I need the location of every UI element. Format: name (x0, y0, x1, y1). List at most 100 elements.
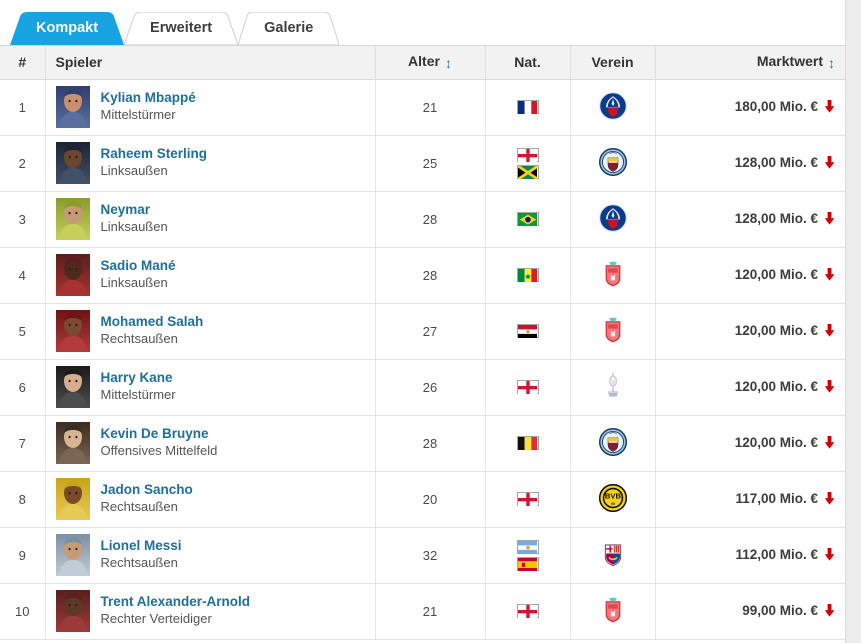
cell-player: Raheem Sterling Linksaußen (45, 135, 376, 192)
page-root: Kompakt Erweitert Galerie # Spieler Alter ↕… (0, 0, 861, 643)
club-crest-icon[interactable] (599, 260, 627, 288)
tab-erweitert[interactable]: Erweitert (124, 12, 239, 45)
player-photo[interactable] (55, 478, 90, 520)
flag-list (496, 324, 560, 339)
cell-club (570, 527, 656, 584)
club-crest-icon[interactable] (598, 427, 627, 456)
player-text: Raheem Sterling Linksaußen (101, 146, 208, 179)
club-crest-icon[interactable] (599, 372, 627, 400)
svg-text:09: 09 (611, 502, 615, 506)
club-crest-icon[interactable] (599, 316, 627, 344)
market-value-text[interactable]: 180,00 Mio. € (735, 99, 818, 114)
player-name-link[interactable]: Neymar (101, 202, 168, 219)
player-cell: Jadon Sancho Rechtsaußen (55, 478, 365, 520)
club-crest-icon[interactable] (599, 596, 627, 624)
sort-updown-icon[interactable]: ↕ (828, 55, 835, 71)
table-row[interactable]: 9 Lionel Messi Rechtsaußen 32 112,00 Mio. € (0, 527, 845, 584)
tab-kompakt[interactable]: Kompakt (10, 12, 125, 45)
club-crest-icon[interactable] (598, 91, 627, 120)
tab-label: Kompakt (36, 20, 99, 36)
market-value-text[interactable]: 120,00 Mio. € (735, 379, 818, 394)
player-name-link[interactable]: Mohamed Salah (101, 314, 204, 331)
column-header-age[interactable]: Alter ↕ (375, 46, 486, 80)
market-value-text[interactable]: 120,00 Mio. € (735, 323, 818, 338)
table-row[interactable]: 1 Kylian Mbappé Mittelstürmer 21 180,00 Mio.… (0, 79, 845, 136)
player-name-link[interactable]: Raheem Sterling (101, 146, 208, 163)
player-photo[interactable] (55, 366, 90, 408)
cell-nationality (485, 527, 571, 584)
player-photo[interactable] (55, 86, 90, 128)
cell-club: BVB 09 (570, 471, 656, 528)
player-name-link[interactable]: Sadio Mané (101, 258, 176, 275)
player-photo[interactable] (55, 254, 90, 296)
player-position: Mittelstürmer (100, 107, 176, 123)
player-position: Rechter Verteidiger (100, 611, 212, 627)
player-photo[interactable] (55, 590, 90, 632)
table-row[interactable]: 8 Jadon Sancho Rechtsaußen 20 BVB 09 117,00 Mi… (0, 471, 845, 528)
table-row[interactable]: 3 Neymar Linksaußen 28 128,00 Mio. € (0, 191, 845, 248)
player-market-value-table: # Spieler Alter ↕ Nat. Verein Marktwert … (0, 46, 845, 640)
table-row[interactable]: 6 Harry Kane Mittelstürmer 26 120,00 Mio. € (0, 359, 845, 416)
table-row[interactable]: 5 Mohamed Salah Rechtsaußen 27 120,00 Mio. € (0, 303, 845, 360)
cell-club (570, 359, 656, 416)
player-photo[interactable] (55, 142, 90, 184)
player-name-link[interactable]: Trent Alexander-Arnold (101, 594, 251, 611)
market-value-text[interactable]: 120,00 Mio. € (735, 267, 818, 282)
trend-down-arrow-icon (824, 267, 835, 284)
tab-list: Kompakt Erweitert Galerie (10, 12, 340, 45)
market-value-text[interactable]: 117,00 Mio. € (735, 491, 818, 506)
player-position: Linksaußen (100, 163, 168, 179)
cell-market-value: 112,00 Mio. € (655, 527, 845, 584)
table-row[interactable]: 4 Sadio Mané Linksaußen 28 120,00 Mio. € (0, 247, 845, 304)
cell-player: Kylian Mbappé Mittelstürmer (45, 79, 376, 136)
flag-list (496, 539, 560, 571)
market-value-text[interactable]: 112,00 Mio. € (735, 547, 818, 562)
flag-icon-spain (516, 556, 539, 571)
flag-list (496, 212, 560, 227)
player-cell: Kylian Mbappé Mittelstürmer (55, 86, 365, 128)
table-body: 1 Kylian Mbappé Mittelstürmer 21 180,00 Mio.… (0, 79, 845, 640)
player-cell: Raheem Sterling Linksaußen (55, 142, 365, 184)
sort-updown-icon[interactable]: ↕ (445, 55, 452, 71)
cell-player: Kevin De Bruyne Offensives Mittelfeld (45, 415, 376, 472)
player-name-link[interactable]: Lionel Messi (101, 538, 182, 555)
player-position: Linksaußen (100, 219, 168, 235)
player-name-link[interactable]: Kylian Mbappé (101, 90, 196, 107)
flag-list (496, 100, 560, 115)
table-row[interactable]: 2 Raheem Sterling Linksaußen 25 128,00 Mio. … (0, 135, 845, 192)
cell-market-value: 128,00 Mio. € (655, 191, 845, 248)
club-crest-icon[interactable] (598, 147, 627, 176)
player-photo[interactable] (55, 534, 90, 576)
club-crest-icon[interactable]: BVB 09 (598, 483, 627, 512)
flag-icon-england (516, 380, 539, 395)
player-position: Offensives Mittelfeld (100, 443, 218, 459)
player-photo[interactable] (55, 198, 90, 240)
cell-rank: 9 (0, 527, 46, 584)
table-row[interactable]: 10 Trent Alexander-Arnold Rechter Verteidi… (0, 583, 845, 640)
club-crest-icon[interactable] (599, 540, 627, 568)
player-photo[interactable] (55, 310, 90, 352)
cell-club (570, 247, 656, 304)
club-crest-icon[interactable] (598, 203, 627, 232)
player-name-link[interactable]: Harry Kane (101, 370, 176, 387)
player-text: Trent Alexander-Arnold Rechter Verteidige… (101, 594, 251, 627)
column-header-player-label: Spieler (55, 54, 103, 71)
column-header-market-value[interactable]: Marktwert ↕ (655, 46, 845, 80)
svg-text:BVB: BVB (604, 491, 621, 500)
cell-market-value: 120,00 Mio. € (655, 415, 845, 472)
market-value-text[interactable]: 99,00 Mio. € (742, 603, 818, 618)
trend-down-arrow-icon (824, 155, 835, 172)
flag-list (496, 436, 560, 451)
player-name-link[interactable]: Kevin De Bruyne (101, 426, 218, 443)
market-value-text[interactable]: 120,00 Mio. € (735, 435, 818, 450)
cell-rank: 3 (0, 191, 46, 248)
player-photo[interactable] (55, 422, 90, 464)
tab-galerie[interactable]: Galerie (238, 12, 340, 45)
player-name-link[interactable]: Jadon Sancho (101, 482, 193, 499)
market-value-text[interactable]: 128,00 Mio. € (735, 211, 818, 226)
column-header-nationality-label: Nat. (514, 54, 541, 71)
cell-market-value: 120,00 Mio. € (655, 359, 845, 416)
market-value-text[interactable]: 128,00 Mio. € (735, 155, 818, 170)
cell-age: 20 (375, 471, 486, 528)
table-row[interactable]: 7 Kevin De Bruyne Offensives Mittelfeld 28 1… (0, 415, 845, 472)
